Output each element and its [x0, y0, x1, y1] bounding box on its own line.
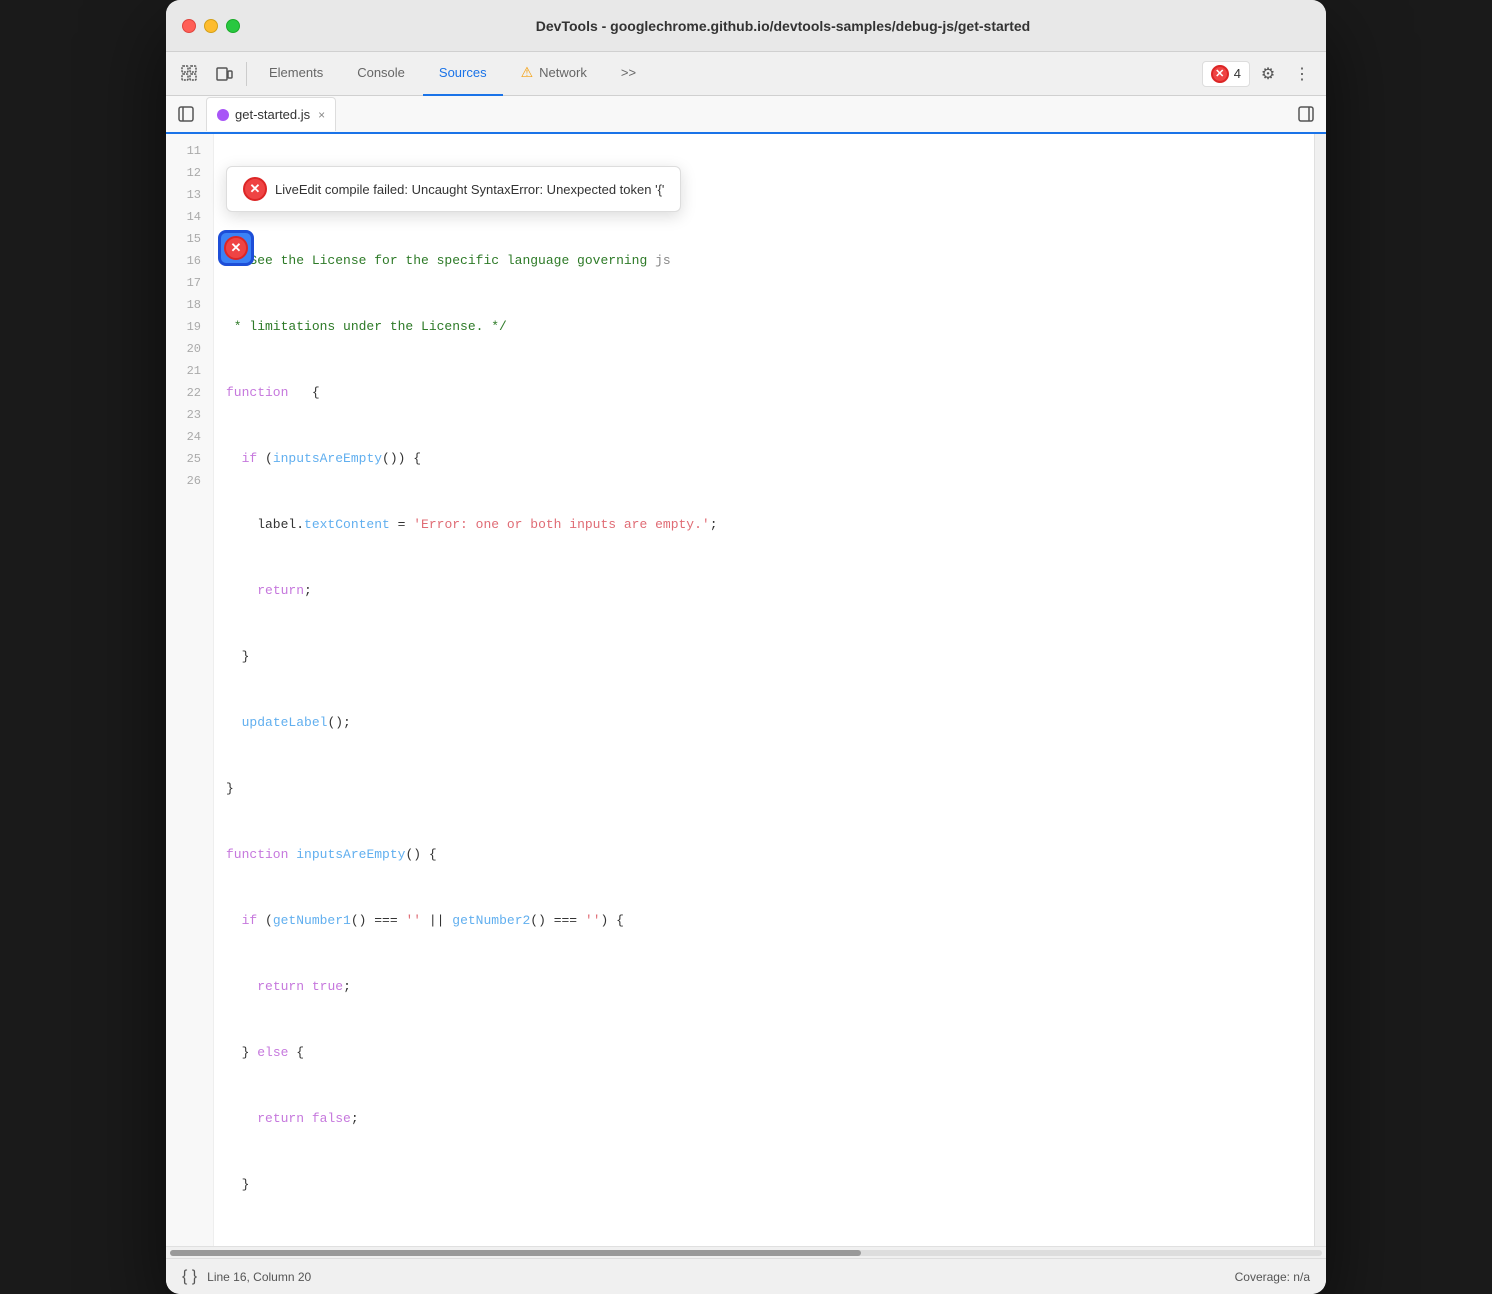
line-num-18: 18	[174, 294, 201, 316]
code-line-20: }	[226, 778, 1302, 800]
error-icon: ✕	[1211, 65, 1229, 83]
file-type-icon	[217, 109, 229, 121]
status-bar: { } Line 16, Column 20 Coverage: n/a	[166, 1258, 1326, 1294]
file-tab-name: get-started.js	[235, 107, 310, 122]
horizontal-scrollbar-area	[166, 1246, 1326, 1258]
line-error-icon[interactable]: ✕	[218, 230, 254, 266]
file-tab-bar: get-started.js ×	[166, 96, 1326, 134]
line-num-22: 22	[174, 382, 201, 404]
main-tab-bar: Elements Console Sources ⚠ Network >> ✕ …	[166, 52, 1326, 96]
line-numbers: 11 12 13 14 15 16 17 18 19 20 21 22 23 2…	[166, 134, 214, 1246]
code-line-19: updateLabel();	[226, 712, 1302, 734]
tab-console[interactable]: Console	[341, 52, 421, 96]
window-title: DevTools - googlechrome.github.io/devtoo…	[256, 18, 1310, 34]
code-line-12: * See the License for the specific langu…	[226, 250, 1302, 272]
code-line-17: return;	[226, 580, 1302, 602]
file-tab-get-started[interactable]: get-started.js ×	[206, 97, 336, 131]
error-tooltip: ✕ LiveEdit compile failed: Uncaught Synt…	[226, 166, 681, 212]
code-line-21: function inputsAreEmpty() {	[226, 844, 1302, 866]
code-container: ✕ LiveEdit compile failed: Uncaught Synt…	[166, 134, 1326, 1258]
pretty-print-icon[interactable]: { }	[182, 1268, 197, 1286]
tooltip-error-icon: ✕	[243, 177, 267, 201]
line-num-24: 24	[174, 426, 201, 448]
line-num-25: 25	[174, 448, 201, 470]
line-num-11: 11	[174, 140, 201, 162]
traffic-lights	[182, 19, 240, 33]
tab-elements[interactable]: Elements	[253, 52, 339, 96]
code-line-16: label.textContent = 'Error: one or both …	[226, 514, 1302, 536]
inspect-icon[interactable]	[174, 58, 206, 90]
code-line-25: return false;	[226, 1108, 1302, 1130]
devtools-window: DevTools - googlechrome.github.io/devtoo…	[166, 0, 1326, 1294]
line-num-13: 13	[174, 184, 201, 206]
tab-more[interactable]: >>	[605, 52, 652, 96]
line-num-16: 16	[174, 250, 201, 272]
line-num-23: 23	[174, 404, 201, 426]
maximize-button[interactable]	[226, 19, 240, 33]
tab-divider	[246, 62, 247, 86]
code-line-14: function {	[226, 382, 1302, 404]
more-options-icon[interactable]: ⋮	[1286, 58, 1318, 90]
tab-sources[interactable]: Sources	[423, 52, 503, 96]
code-line-22: if (getNumber1() === '' || getNumber2() …	[226, 910, 1302, 932]
line-num-20: 20	[174, 338, 201, 360]
vertical-scrollbar[interactable]	[1314, 134, 1326, 1246]
line-num-19: 19	[174, 316, 201, 338]
code-area: 11 12 13 14 15 16 17 18 19 20 21 22 23 2…	[166, 134, 1326, 1246]
collapse-sidebar-icon[interactable]	[1290, 98, 1322, 130]
close-button[interactable]	[182, 19, 196, 33]
code-line-15: if (inputsAreEmpty()) {	[226, 448, 1302, 470]
error-badge[interactable]: ✕ 4	[1202, 61, 1250, 87]
title-bar: DevTools - googlechrome.github.io/devtoo…	[166, 0, 1326, 52]
cursor-position: Line 16, Column 20	[207, 1270, 311, 1284]
code-line-13: * limitations under the License. */	[226, 316, 1302, 338]
tab-network[interactable]: ⚠ Network	[505, 52, 603, 96]
line-num-14: 14	[174, 206, 201, 228]
scrollbar-track[interactable]	[170, 1250, 1322, 1256]
line-num-15: 15	[174, 228, 201, 250]
code-line-23: return true;	[226, 976, 1302, 998]
code-line-18: }	[226, 646, 1302, 668]
code-line-24: } else {	[226, 1042, 1302, 1064]
code-line-26: }	[226, 1174, 1302, 1196]
coverage-status: Coverage: n/a	[1235, 1270, 1310, 1284]
tooltip-message: LiveEdit compile failed: Uncaught Syntax…	[275, 182, 664, 197]
status-left: { } Line 16, Column 20	[182, 1268, 311, 1286]
minimize-button[interactable]	[204, 19, 218, 33]
settings-icon[interactable]: ⚙	[1252, 58, 1284, 90]
code-lines[interactable]: * WITHOUT WARRANTIES OR CONDITIONS OF AN…	[214, 134, 1314, 1246]
scrollbar-thumb[interactable]	[170, 1250, 861, 1256]
line-num-21: 21	[174, 360, 201, 382]
file-close-icon[interactable]: ×	[318, 108, 325, 122]
device-mode-icon[interactable]	[208, 58, 240, 90]
network-warning-icon: ⚠	[521, 64, 534, 81]
line-num-12: 12	[174, 162, 201, 184]
line-num-26: 26	[174, 470, 201, 492]
line-num-17: 17	[174, 272, 201, 294]
devtools-body: Elements Console Sources ⚠ Network >> ✕ …	[166, 52, 1326, 1294]
line-error-x-icon: ✕	[224, 236, 248, 260]
sidebar-toggle-icon[interactable]	[170, 98, 202, 130]
